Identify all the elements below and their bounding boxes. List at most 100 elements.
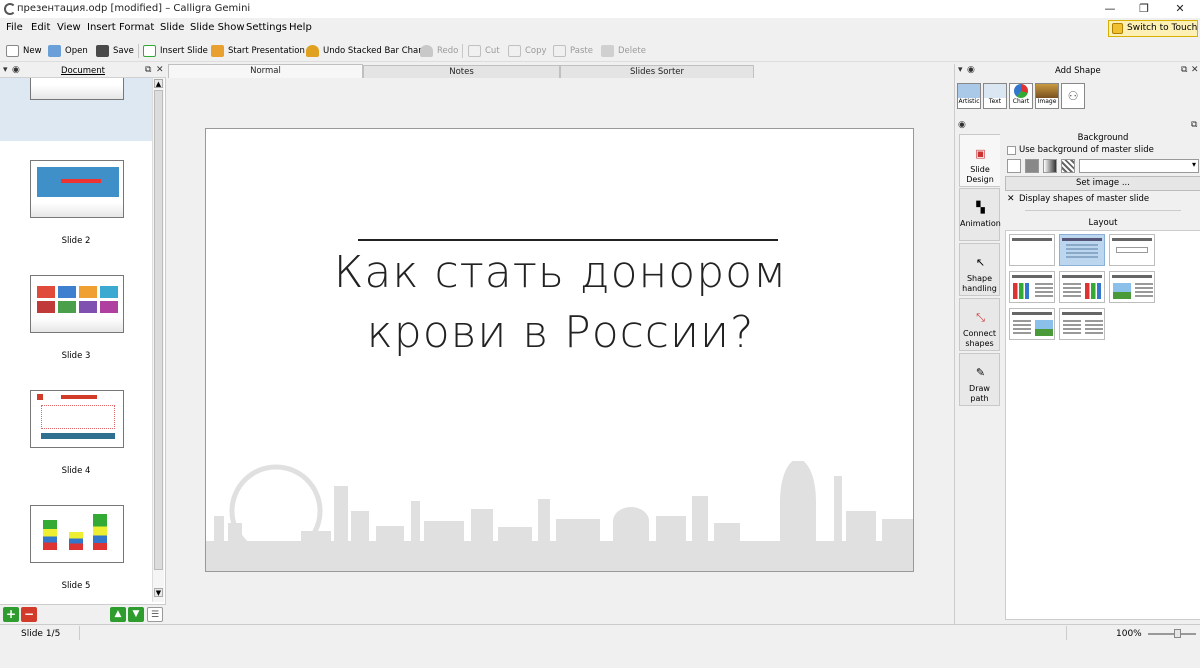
layout-grid[interactable] — [1005, 230, 1200, 620]
slide-title-line-1[interactable]: Как стать донором — [206, 247, 913, 298]
layout-text-and-chart[interactable] — [1059, 271, 1105, 303]
scroll-down-arrow-icon[interactable]: ▼ — [154, 588, 163, 597]
layout-title-bar — [1062, 238, 1102, 241]
zoom-slider-handle[interactable] — [1174, 629, 1181, 638]
layout-title-and-text[interactable] — [1059, 234, 1105, 266]
city-skyline-graphic — [206, 461, 913, 571]
slide-thumbnail-5[interactable] — [30, 505, 124, 563]
layout-chart-and-text[interactable] — [1009, 271, 1055, 303]
close-docker-icon[interactable]: ✕ — [156, 65, 164, 75]
layout-title-bar — [1062, 312, 1102, 315]
move-slide-up-icon[interactable]: ▲ — [110, 607, 126, 622]
add-slide-button[interactable]: + — [3, 607, 19, 622]
zoom-level[interactable]: 100% — [1116, 627, 1142, 641]
tab-normal[interactable]: Normal — [168, 64, 363, 78]
menu-slide-show[interactable]: Slide Show — [190, 22, 245, 33]
tab-slide-design[interactable]: ▣ Slide Design — [959, 134, 1000, 187]
maximize-button[interactable]: ❐ — [1126, 0, 1162, 18]
use-master-bg-checkbox[interactable] — [1007, 146, 1016, 155]
redo-button[interactable]: Redo — [420, 43, 458, 59]
slide-3-tile — [79, 301, 97, 313]
float-docker-icon[interactable]: ⧉ — [145, 65, 151, 75]
slide-list[interactable]: Slide 1 Slide 2 Slide 3 Slide 4 Slide 5 — [0, 78, 152, 668]
save-button[interactable]: Save — [96, 43, 134, 59]
collapse-arrow-icon[interactable]: ▾ — [958, 65, 963, 75]
layout-two-column-text[interactable] — [1059, 308, 1105, 340]
tab-draw-path[interactable]: ✎ Draw path — [959, 353, 1000, 406]
shape-artistic-button[interactable]: Artistic — [957, 83, 981, 109]
tab-shape-handling[interactable]: ↖ Shape handling — [959, 243, 1000, 296]
slide-thumbnail-3[interactable] — [30, 275, 124, 333]
bg-none-button[interactable] — [1007, 159, 1021, 173]
delete-button[interactable]: Delete — [601, 43, 646, 59]
display-master-shapes-checkbox[interactable]: ✕ — [1007, 195, 1016, 204]
bg-pattern-button[interactable] — [1061, 159, 1075, 173]
close-window-button[interactable]: ✕ — [1162, 0, 1198, 18]
tab-notes[interactable]: Notes — [363, 65, 560, 78]
menu-view[interactable]: View — [57, 22, 81, 33]
slide-thumbnail-1[interactable] — [30, 78, 124, 100]
slide-thumbnail-4[interactable] — [30, 390, 124, 448]
view-mode-menu-icon[interactable]: ☰ — [147, 607, 163, 622]
copy-button[interactable]: Copy — [508, 43, 547, 59]
shapes-menu-icon: ⚇ — [1067, 89, 1079, 103]
move-slide-down-icon[interactable]: ▼ — [128, 607, 144, 622]
lock-icon[interactable]: ◉ — [958, 120, 966, 130]
slide-thumbnail-2[interactable] — [30, 160, 124, 218]
lock-icon[interactable]: ◉ — [967, 65, 975, 75]
current-slide[interactable]: Как стать донором крови в России? — [205, 128, 914, 572]
cut-button[interactable]: Cut — [468, 43, 500, 59]
shape-chart-button[interactable]: Chart — [1009, 83, 1033, 109]
tab-animation[interactable]: ▚ Animation — [959, 188, 1001, 241]
more-shapes-button[interactable]: ⚇ — [1061, 83, 1085, 109]
status-separator — [79, 626, 80, 640]
calligra-app-icon — [4, 3, 16, 15]
close-docker-icon[interactable]: ✕ — [1191, 65, 1199, 75]
set-image-button[interactable]: Set image ... — [1005, 176, 1200, 191]
menu-file[interactable]: File — [6, 22, 23, 33]
minimize-button[interactable]: — — [1092, 0, 1128, 18]
scroll-up-arrow-icon[interactable]: ▲ — [154, 79, 163, 88]
switch-to-touch-label: Switch to Touch — [1127, 23, 1198, 33]
cut-label: Cut — [485, 46, 500, 56]
layout-title-only[interactable] — [1009, 234, 1055, 266]
scrollbar-thumb[interactable] — [154, 90, 163, 570]
menu-settings[interactable]: Settings — [246, 22, 287, 33]
slide-title-line-2[interactable]: крови в России? — [206, 307, 913, 358]
shape-text-button[interactable]: Text — [983, 83, 1007, 109]
slide-4-logo — [37, 394, 43, 400]
undo-button[interactable]: Undo Stacked Bar Chart — [306, 43, 425, 59]
menu-format[interactable]: Format — [119, 22, 154, 33]
artistic-shape-icon — [958, 84, 980, 98]
switch-to-touch-button[interactable]: Switch to Touch — [1108, 20, 1198, 37]
shape-image-button[interactable]: Image — [1035, 83, 1059, 109]
insert-slide-icon — [143, 45, 156, 57]
pen-path-icon: ✎ — [975, 366, 986, 379]
insert-slide-button[interactable]: Insert Slide — [143, 43, 208, 59]
bg-style-dropdown[interactable]: ▾ — [1079, 159, 1199, 173]
float-docker-icon[interactable]: ⧉ — [1181, 65, 1187, 75]
lock-icon[interactable]: ◉ — [12, 65, 20, 75]
layout-image-and-text[interactable] — [1109, 271, 1155, 303]
tab-slides-sorter[interactable]: Slides Sorter — [560, 65, 754, 78]
new-button[interactable]: New — [6, 43, 42, 59]
zoom-slider-track[interactable] — [1148, 633, 1196, 635]
menu-insert[interactable]: Insert — [87, 22, 116, 33]
remove-slide-button[interactable]: − — [21, 607, 37, 622]
slide-4-footer-bar — [41, 433, 115, 439]
slide-5-bar — [69, 532, 83, 550]
menu-slide[interactable]: Slide — [160, 22, 184, 33]
bg-gradient-button[interactable] — [1043, 159, 1057, 173]
layout-title-subtitle[interactable] — [1109, 234, 1155, 266]
start-presentation-button[interactable]: Start Presentation — [211, 43, 305, 59]
bg-solid-button[interactable] — [1025, 159, 1039, 173]
slide-list-scrollbar[interactable]: ▲ ▼ — [152, 78, 164, 602]
menu-edit[interactable]: Edit — [31, 22, 50, 33]
collapse-arrow-icon[interactable]: ▾ — [3, 65, 8, 75]
tab-connect-shapes[interactable]: ⤡ Connect shapes — [959, 298, 1000, 351]
open-button[interactable]: Open — [48, 43, 88, 59]
slide-3-tile — [37, 286, 55, 298]
menu-help[interactable]: Help — [289, 22, 312, 33]
paste-button[interactable]: Paste — [553, 43, 593, 59]
layout-text-and-image[interactable] — [1009, 308, 1055, 340]
